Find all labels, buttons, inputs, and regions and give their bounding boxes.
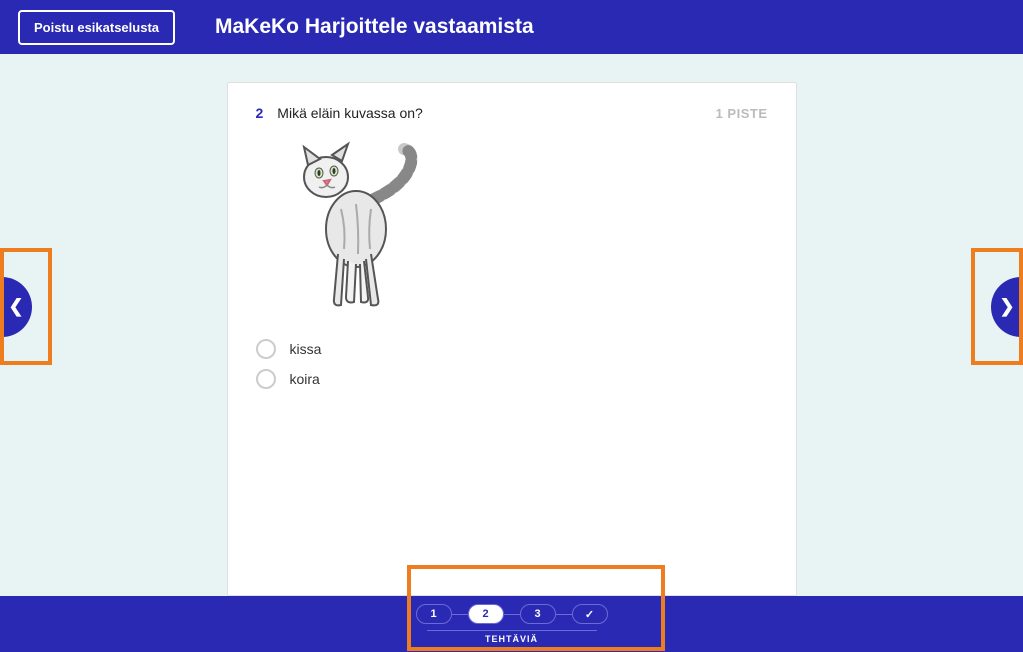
pager-page-1[interactable]: 1 (416, 604, 452, 624)
pager-connector (504, 614, 520, 615)
footer-pager: 1 2 3 ✓ TEHTÄVIÄ (0, 596, 1023, 652)
options-list: kissa koira (256, 339, 768, 389)
radio-icon (256, 339, 276, 359)
pager-page-2[interactable]: 2 (468, 604, 504, 624)
page-title: MaKeKo Harjoittele vastaamista (215, 15, 534, 39)
question-text: Mikä eläin kuvassa on? (277, 105, 423, 121)
main-content: 2 Mikä eläin kuvassa on? 1 PISTE (0, 54, 1023, 596)
option-0[interactable]: kissa (256, 339, 768, 359)
option-label: koira (290, 371, 320, 387)
question-image-cat (286, 139, 431, 314)
prev-question-button[interactable]: ❮ (0, 248, 56, 365)
next-question-button[interactable]: ❯ (967, 248, 1023, 365)
chevron-right-icon: ❯ (999, 296, 1014, 317)
header: Poistu esikatselusta MaKeKo Harjoittele … (0, 0, 1023, 54)
question-header: 2 Mikä eläin kuvassa on? 1 PISTE (256, 105, 768, 121)
radio-icon (256, 369, 276, 389)
pager-page-3[interactable]: 3 (520, 604, 556, 624)
question-points: 1 PISTE (716, 106, 768, 121)
footer-label: TEHTÄVIÄ (427, 630, 597, 644)
pager-connector (556, 614, 572, 615)
exit-preview-button[interactable]: Poistu esikatselusta (18, 10, 175, 45)
option-label: kissa (290, 341, 322, 357)
question-number: 2 (256, 105, 264, 121)
option-1[interactable]: koira (256, 369, 768, 389)
pager-connector (452, 614, 468, 615)
pager-finish-button[interactable]: ✓ (572, 604, 608, 624)
chevron-left-icon: ❮ (8, 296, 23, 317)
pager: 1 2 3 ✓ (416, 604, 608, 624)
question-card: 2 Mikä eläin kuvassa on? 1 PISTE (227, 82, 797, 596)
check-icon: ✓ (585, 608, 594, 621)
